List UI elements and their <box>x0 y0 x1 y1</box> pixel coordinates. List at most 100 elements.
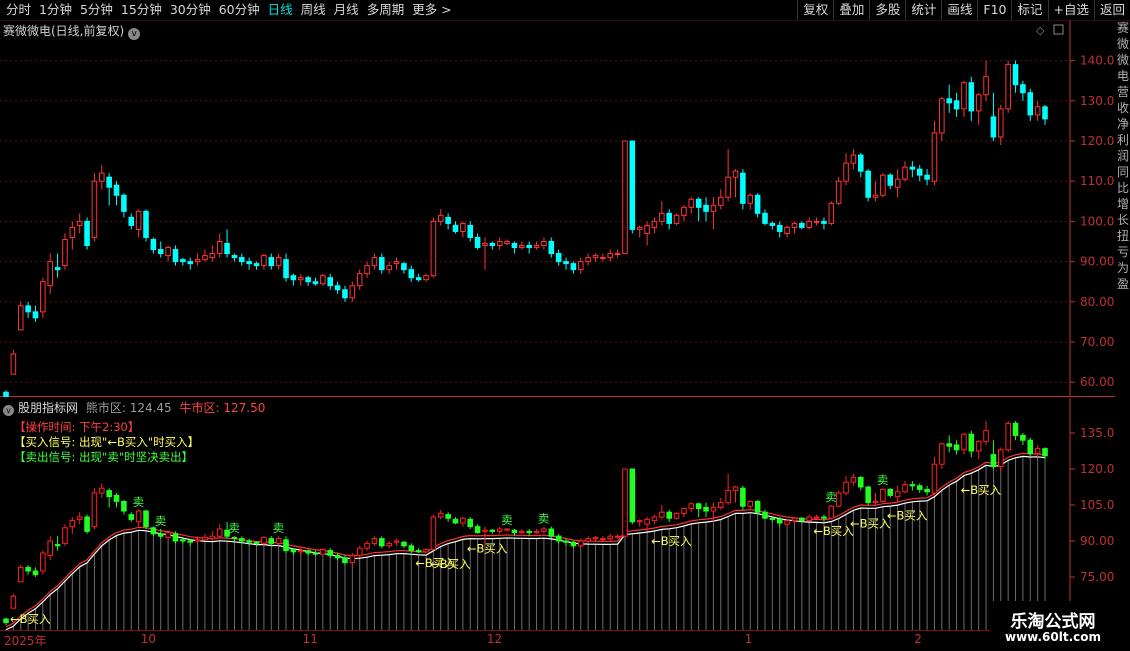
indicator-candle-body <box>408 545 415 552</box>
indicator-candle-body <box>3 618 9 624</box>
sell-rule-note: 【卖出信号: 出现"卖"时坚决卖出】 <box>14 450 194 464</box>
candle-body <box>275 257 282 267</box>
tab-period-3[interactable]: 15分钟 <box>117 0 166 20</box>
candle-body <box>968 82 975 112</box>
tool-button-6[interactable]: 标记 <box>1011 0 1047 20</box>
tab-period-6[interactable]: 日线 <box>264 0 297 20</box>
indicator-candle-body <box>84 516 90 532</box>
watermark-logo: 乐淘公式网 www.60lt.com <box>990 601 1116 650</box>
indicator-candle-body <box>916 485 923 490</box>
tab-period-9[interactable]: 多周期 <box>363 0 409 20</box>
bear-zone-label: 熊市区: 124.45 <box>85 401 172 415</box>
candle-body <box>961 82 967 110</box>
buy-signal-label: ←B买入 <box>651 534 692 548</box>
candle-body <box>408 269 415 279</box>
indicator-candle-body <box>62 527 68 544</box>
indicator-candle-body <box>541 528 547 532</box>
candle-body <box>983 76 989 96</box>
candle-body <box>592 255 599 259</box>
right-info-strip: 赛微微电营收净利润同比增长扭亏为盈 <box>1117 21 1130 291</box>
indicator-candle-body <box>600 538 606 541</box>
buy-signal-label: ←B买入 <box>961 483 1002 497</box>
candle-body <box>695 198 702 208</box>
tab-period-2[interactable]: 5分钟 <box>76 0 117 20</box>
indicator-candle-body <box>246 540 252 543</box>
indicator-candle-body <box>430 516 437 550</box>
candle-body <box>482 243 488 247</box>
indicator-candle-body <box>784 520 790 525</box>
indicator-candle-body <box>10 595 17 609</box>
price-label: 70.00 <box>1080 335 1114 349</box>
tool-button-3[interactable]: 统计 <box>905 0 941 20</box>
indicator-candle-body <box>275 538 282 544</box>
indicator-candle-body <box>305 550 311 554</box>
tab-period-5[interactable]: 60分钟 <box>215 0 264 20</box>
candle-body <box>622 140 628 255</box>
candle-body <box>231 255 238 259</box>
tab-period-10[interactable]: 更多 > <box>408 0 455 20</box>
price-label: 140.0 <box>1080 54 1114 68</box>
candle-body <box>194 259 201 263</box>
indicator-candle-body <box>968 433 975 452</box>
candle-body <box>762 212 768 224</box>
indicator-candle-body <box>54 544 61 547</box>
candle-body <box>644 224 650 234</box>
tool-button-0[interactable]: 复权 <box>797 0 833 20</box>
indicator-candle-body <box>165 532 171 538</box>
indicator-candle-body <box>239 538 245 542</box>
tab-period-1[interactable]: 1分钟 <box>35 0 76 20</box>
sell-signal-label: 卖 <box>133 495 145 509</box>
date-label: 12 <box>486 632 503 646</box>
chevron-down-icon[interactable]: v <box>3 405 14 416</box>
candle-body <box>91 180 98 238</box>
tool-button-8[interactable]: 返回 <box>1093 0 1130 20</box>
indicator-candle-body <box>40 552 46 572</box>
indicator-candle-body <box>1012 422 1019 436</box>
tool-button-7[interactable]: +自选 <box>1047 0 1094 20</box>
indicator-candle-body <box>327 550 334 556</box>
candle-body <box>931 132 938 182</box>
kline-chart[interactable]: 140.0 130.0 120.0 110.0 100.0 90.00 80.00 70.00… <box>0 20 1115 397</box>
candle-body <box>165 247 171 257</box>
indicator-chart[interactable]: 135.0120.0105.090.0075.00←B买入←B买入←B买入←B买… <box>0 398 1115 630</box>
tool-button-5[interactable]: F10 <box>977 0 1011 20</box>
indicator-candle-body <box>511 529 518 534</box>
candle-body <box>776 224 783 232</box>
candle-body <box>673 214 680 224</box>
tab-period-0[interactable]: 分时 <box>2 0 35 20</box>
indicator-candle-body <box>187 540 194 543</box>
candle-body <box>327 277 334 287</box>
indicator-candle-body <box>703 506 709 512</box>
indicator-panel[interactable]: 135.0 120.0 105.0 90.00 75.00 ←B买入 ←B买入 ←B买入 ←B买… <box>0 398 1115 630</box>
indicator-candle-body <box>710 506 717 512</box>
main-kline-panel[interactable]: 140.0 130.0 120.0 110.0 100.0 90.00 80.00 70.00… <box>0 20 1115 397</box>
candle-body <box>54 267 61 271</box>
tab-period-8[interactable]: 月线 <box>330 0 363 20</box>
tab-period-7[interactable]: 周线 <box>297 0 330 20</box>
indicator-candle-body <box>894 491 901 498</box>
chevron-down-icon[interactable]: v <box>128 28 141 40</box>
indicator-candle-body <box>821 516 827 519</box>
indicator-name[interactable]: 股朋指标网 <box>18 401 78 415</box>
indicator-candle-body <box>835 492 842 507</box>
indicator-candle-body <box>769 517 776 520</box>
tool-button-2[interactable]: 多股 <box>869 0 905 20</box>
candle-body <box>880 174 886 196</box>
candle-body <box>541 241 547 247</box>
candle-body <box>84 220 90 247</box>
tool-button-1[interactable]: 叠加 <box>833 0 869 20</box>
candle-body <box>290 275 297 281</box>
candle-body <box>835 180 842 204</box>
candle-body <box>268 257 275 267</box>
indicator-candle-body <box>717 502 724 508</box>
tool-button-4[interactable]: 画线 <box>941 0 977 20</box>
candle-body <box>585 257 591 263</box>
candle-body <box>975 94 982 112</box>
tab-period-4[interactable]: 30分钟 <box>166 0 215 20</box>
price-label: 60.00 <box>1080 375 1114 389</box>
candle-body <box>10 353 17 375</box>
indicator-candle-body <box>732 486 739 492</box>
indicator-candle-body <box>747 500 754 507</box>
candle-body <box>386 265 392 271</box>
candle-body <box>703 204 709 212</box>
